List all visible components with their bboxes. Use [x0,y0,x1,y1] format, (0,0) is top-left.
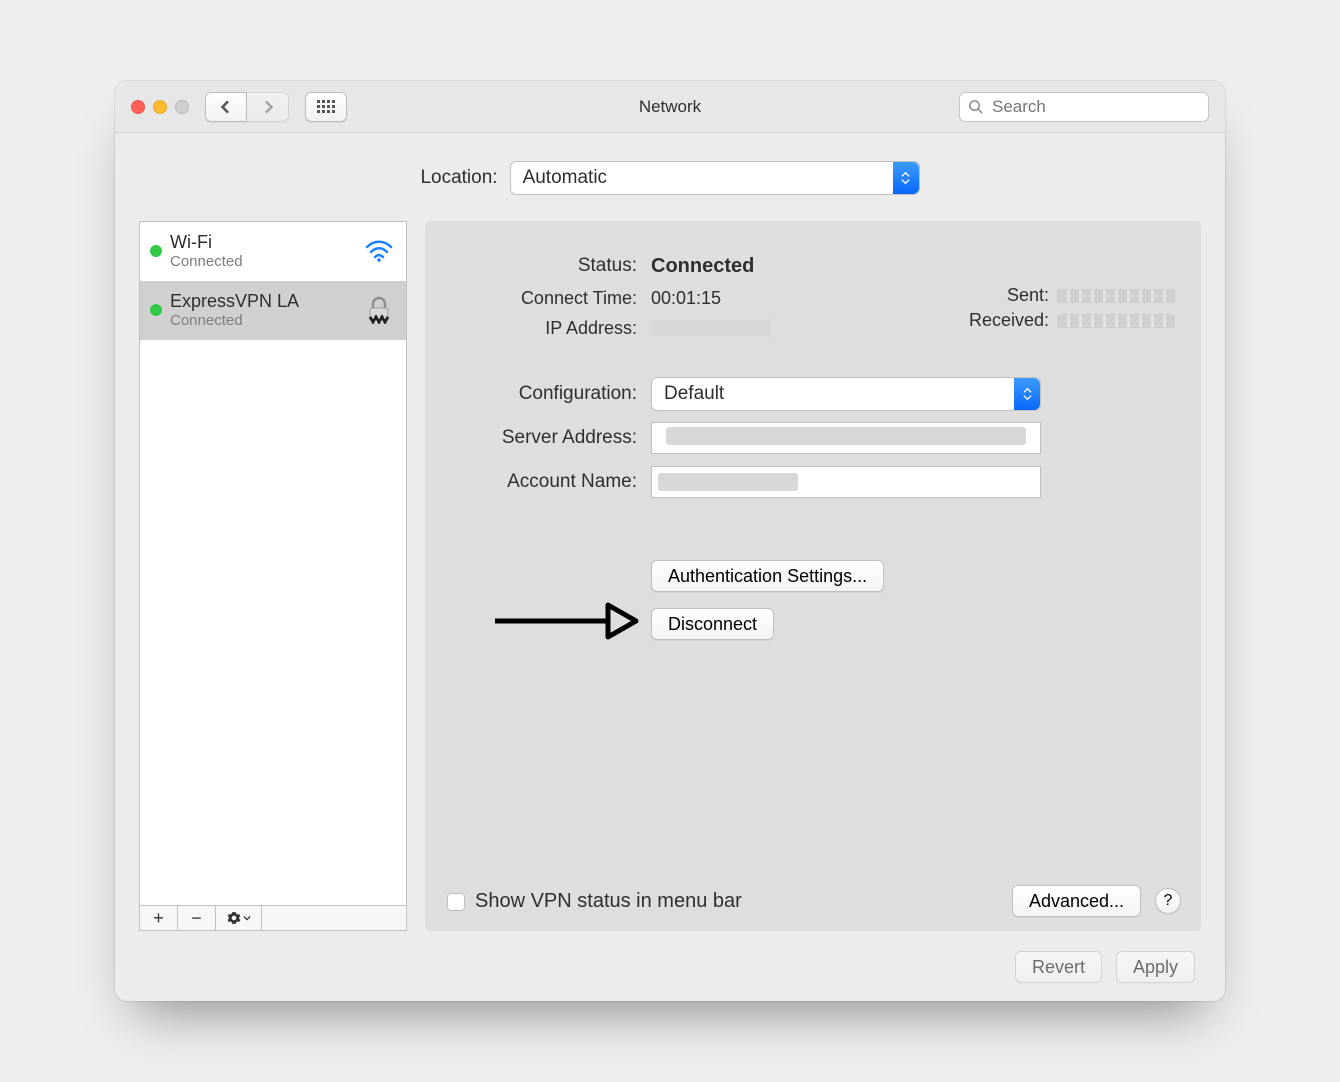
account-name-input[interactable] [651,466,1041,498]
interface-name: Wi-Fi [170,232,243,253]
select-stepper-icon [893,162,919,194]
sidebar: Wi-Fi Connected [139,221,407,931]
zoom-window-button[interactable] [175,100,189,114]
close-window-button[interactable] [131,100,145,114]
main: Wi-Fi Connected [115,221,1225,931]
location-row: Location: Automatic [115,133,1225,221]
location-select[interactable]: Automatic [510,161,920,195]
connect-time-value: 00:01:15 [651,288,721,309]
interface-state: Connected [170,253,243,270]
show-all-button[interactable] [305,92,347,122]
sent-meter [1057,289,1175,303]
titlebar: Network [115,81,1225,133]
status-value: Connected [651,255,754,278]
add-interface-button[interactable]: + [140,906,178,930]
help-button[interactable]: ? [1155,888,1181,914]
connect-time-label: Connect Time: [451,288,651,309]
status-label: Status: [451,255,651,277]
show-vpn-status-row: Show VPN status in menu bar [447,890,742,913]
received-meter [1057,314,1175,328]
sent-label: Sent: [1007,285,1049,306]
show-vpn-status-checkbox[interactable] [447,893,465,911]
wifi-icon [362,240,396,262]
authentication-settings-button[interactable]: Authentication Settings... [651,560,884,592]
nav-back-button[interactable] [205,92,247,122]
window-controls [131,100,189,114]
revert-button[interactable]: Revert [1015,951,1102,983]
interface-actions-button[interactable] [216,906,262,930]
configuration-value: Default [664,383,724,405]
interface-wifi[interactable]: Wi-Fi Connected [140,222,406,281]
ip-address-value-redacted [651,319,771,337]
status-dot-green [150,245,162,257]
configuration-label: Configuration: [451,383,651,405]
search-wrap [959,92,1209,122]
apply-button[interactable]: Apply [1116,951,1195,983]
ip-address-label: IP Address: [451,318,651,339]
advanced-button[interactable]: Advanced... [1012,885,1141,917]
server-address-value-redacted [666,427,1026,445]
location-value: Automatic [523,167,607,189]
gear-icon [227,911,241,925]
select-stepper-icon [1014,378,1040,410]
network-preferences-window: Network Location: Automatic [115,81,1225,1001]
grid-icon [317,100,335,113]
search-icon [968,99,983,114]
status-dot-green [150,304,162,316]
minimize-window-button[interactable] [153,100,167,114]
interface-expressvpn[interactable]: ExpressVPN LA Connected [140,281,406,340]
footer: Revert Apply [115,931,1225,983]
configuration-select[interactable]: Default [651,377,1041,411]
detail-panel: Status: Connected Connect Time: 00:01:15… [425,221,1201,931]
server-address-input[interactable] [651,422,1041,454]
nav-group [205,92,289,122]
interface-list: Wi-Fi Connected [139,221,407,905]
vpn-lock-icon [362,296,396,324]
nav-forward-button[interactable] [247,92,289,122]
server-address-label: Server Address: [451,427,651,449]
remove-interface-button[interactable]: − [178,906,216,930]
interface-name: ExpressVPN LA [170,291,299,312]
interface-state: Connected [170,312,299,329]
disconnect-button[interactable]: Disconnect [651,608,774,640]
account-name-value-redacted [658,473,798,491]
sidebar-tools: + − [139,905,407,931]
show-vpn-status-label: Show VPN status in menu bar [475,890,742,913]
account-name-label: Account Name: [451,471,651,493]
search-input[interactable] [959,92,1209,122]
location-label: Location: [420,167,497,189]
chevron-down-icon [243,915,251,921]
content: Location: Automatic Wi-Fi Connec [115,133,1225,1001]
received-label: Received: [969,310,1049,331]
traffic-meters: Sent: Received: [969,285,1175,331]
